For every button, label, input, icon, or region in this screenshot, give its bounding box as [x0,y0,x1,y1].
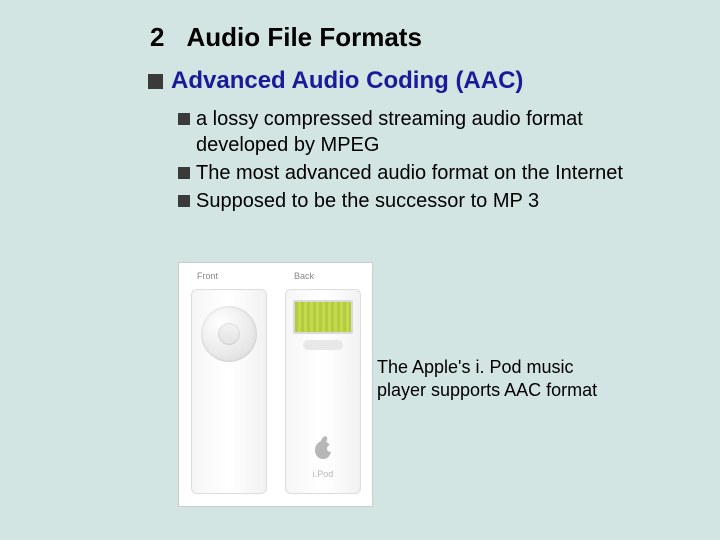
list-item: Supposed to be the successor to MP 3 [178,188,680,214]
section-title: Audio File Formats [186,22,421,53]
center-button-icon [218,323,240,345]
battery-indicator-icon [293,300,353,334]
figure-caption: The Apple's i. Pod music player supports… [377,356,601,401]
apple-logo-icon [315,441,331,459]
front-label: Front [197,271,218,281]
heading-row: Advanced Audio Coding (AAC) [148,67,680,96]
square-bullet-icon [178,167,190,179]
hold-switch-icon [303,340,343,350]
section-number: 2 [150,22,164,53]
list-item-text: a lossy compressed streaming audio forma… [196,106,680,158]
square-bullet-icon [178,113,190,125]
list-item-text: Supposed to be the successor to MP 3 [196,188,539,214]
list-item: a lossy compressed streaming audio forma… [178,106,680,158]
ipod-illustration: Front Back i.Pod [178,262,373,507]
ipod-brand-text: i.Pod [313,469,334,479]
square-bullet-icon [178,195,190,207]
device-front [191,289,267,494]
heading-text: Advanced Audio Coding (AAC) [171,67,523,96]
click-wheel-icon [201,306,257,362]
bullet-list: a lossy compressed streaming audio forma… [178,106,680,214]
figure-row: Front Back i.Pod The Apple's i. Pod musi… [178,262,601,507]
list-item-text: The most advanced audio format on the In… [196,160,623,186]
device-back: i.Pod [285,289,361,494]
section-title-row: 2 Audio File Formats [150,22,680,53]
list-item: The most advanced audio format on the In… [178,160,680,186]
back-label: Back [294,271,314,281]
slide: 2 Audio File Formats Advanced Audio Codi… [0,0,720,540]
square-bullet-icon [148,74,163,89]
